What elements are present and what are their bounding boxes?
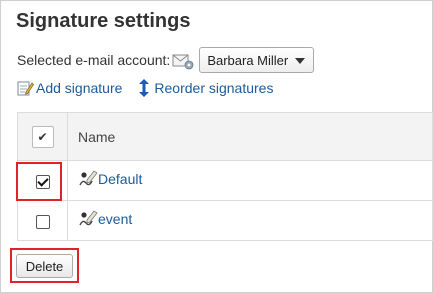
signature-table: ✔ Name Default event xyxy=(17,112,433,241)
page-title: Signature settings xyxy=(16,10,191,32)
table-header-row: ✔ Name xyxy=(17,112,433,161)
account-label: Selected e-mail account: xyxy=(17,52,171,68)
row-checkbox-event[interactable] xyxy=(35,214,50,229)
action-links: Add signature Reorder signatures xyxy=(17,78,273,98)
edit-pencil-icon xyxy=(17,80,35,96)
reorder-arrows-icon xyxy=(138,79,150,97)
account-dropdown[interactable]: Barbara Miller xyxy=(199,47,315,73)
signature-name: Default xyxy=(98,171,143,187)
row-checkbox-cell xyxy=(17,200,68,241)
select-all-checkbox[interactable]: ✔ xyxy=(31,125,54,148)
reorder-signatures-link[interactable]: Reorder signatures xyxy=(138,79,273,97)
signature-link-event[interactable]: event xyxy=(78,210,132,228)
signature-pen-icon xyxy=(78,170,98,188)
table-row: Default xyxy=(17,160,433,201)
row-name-cell: Default xyxy=(67,160,433,201)
reorder-signatures-label: Reorder signatures xyxy=(154,80,274,96)
highlight-delete-box xyxy=(10,248,79,283)
checkmark-icon: ✔ xyxy=(37,129,48,144)
mail-account-icon xyxy=(172,50,194,70)
select-all-cell: ✔ xyxy=(17,112,68,161)
account-dropdown-value: Barbara Miller xyxy=(207,52,289,68)
signature-pen-icon xyxy=(78,210,98,228)
chevron-down-icon xyxy=(295,57,306,64)
row-name-cell: event xyxy=(67,200,433,241)
table-row: event xyxy=(17,200,433,241)
account-selector-row: Selected e-mail account: Barbara Miller xyxy=(17,47,315,73)
add-signature-link[interactable]: Add signature xyxy=(17,80,122,96)
name-column-header: Name xyxy=(67,112,433,161)
add-signature-label: Add signature xyxy=(36,80,123,96)
signature-name: event xyxy=(98,211,133,227)
highlight-checkbox-box xyxy=(16,162,62,201)
signature-link-default[interactable]: Default xyxy=(78,170,142,188)
